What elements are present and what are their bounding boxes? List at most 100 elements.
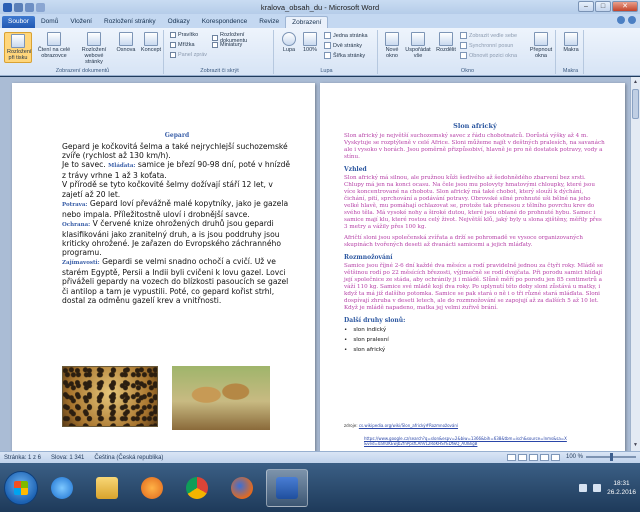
arrange-all-button[interactable]: Uspořádat vše [404,32,432,59]
taskbar-media[interactable] [131,469,173,507]
vertical-scrollbar[interactable]: ▲ ▼ [630,77,640,451]
thumbnails-checkbox[interactable]: Miniatury [212,42,242,48]
group-label-show: Zobrazit či skrýt [200,68,239,74]
navigation-pane-checkbox[interactable]: Panel zpráv [170,52,207,58]
reset-window-icon [460,52,467,59]
split-button[interactable]: Rozdělit [434,32,458,53]
gridlines-checkbox[interactable]: Mřížka [170,42,195,48]
source-link[interactable]: &ved=0ahUKEwjb2fnPpsfLAhVL2RoKHSYEDfwQ_A… [364,441,606,446]
language[interactable]: Čeština (Česká republika) [94,455,163,461]
taskbar-ie[interactable] [41,469,83,507]
two-pages-button[interactable]: Dvě stránky [324,42,362,49]
taskbar-chrome[interactable] [176,469,218,507]
reset-window-button[interactable]: Obnovit pozici okna [460,52,517,59]
ruler-checkbox[interactable]: Pravítko [170,32,198,38]
clock[interactable]: 18:31 26.2.2016 [607,479,636,497]
list-item: slon africký [344,347,606,354]
source-link[interactable]: cs.wikipedia.org/wiki/Slon_africký#Rozmn… [359,423,458,428]
print-layout-icon [11,34,25,48]
sync-scroll-button[interactable]: Synchronní posun [460,42,513,49]
page-1[interactable]: Gepard Gepard je kočkovitá šelma a také … [12,83,315,451]
status-bar: Stránka: 1 z 6 Slova: 1 341 Čeština (Čes… [0,451,640,463]
full-screen-label: Čtení na celé obrazovce [37,47,71,59]
page-count[interactable]: Stránka: 1 z 6 [4,455,41,461]
outline-icon [119,32,133,46]
view-fullscreen-icon[interactable] [518,454,527,461]
label-interesting: Zajímavosti: [62,260,100,267]
print-layout-button[interactable]: Rozložení při tisku [4,32,32,63]
zoom-level[interactable]: 100 % [566,454,583,460]
internet-explorer-icon [51,476,73,499]
network-icon[interactable] [579,483,588,492]
cheetah-cubs-photo[interactable] [172,366,270,430]
elephant-intro: Slon africký je největší suchozemský sav… [344,133,605,160]
tab-file[interactable]: Soubor [2,16,35,28]
switch-windows-button[interactable]: Přepnout okna [528,32,554,59]
word-count[interactable]: Slova: 1 341 [51,455,84,461]
view-web-icon[interactable] [529,454,538,461]
page-2[interactable]: Slon africký Slon africký je největší su… [320,83,625,451]
label-young: Mláďata: [108,163,136,170]
web-layout-icon [87,32,101,46]
scroll-thumb[interactable] [632,89,639,119]
tab-page-layout[interactable]: Rozložení stránky [98,16,162,28]
leopard-photo[interactable] [62,366,158,427]
elephant-social: Afričtí sloni jsou společenská zvířata a… [344,235,584,248]
side-by-side-button[interactable]: Zobrazit vedle sebe [460,32,517,39]
section-appearance: Vzhled [344,166,367,173]
tab-home[interactable]: Domů [35,16,64,28]
maximize-button[interactable]: □ [595,1,611,12]
tab-mailings[interactable]: Korespondence [196,16,254,28]
sync-scroll-icon [460,42,467,49]
web-layout-button[interactable]: Rozložení webové stránky [76,32,112,65]
cheetah-food: Gepard loví převážně malé kopytníky, jak… [62,198,289,219]
tab-view[interactable]: Zobrazení [285,16,329,28]
page-width-button[interactable]: Šířka stránky [324,52,365,59]
zoom-slider[interactable] [586,453,636,461]
group-macros: Makra Makra [558,30,584,74]
arrange-all-label: Uspořádat vše [405,47,431,59]
draft-button[interactable]: Koncept [139,32,163,53]
folder-icon [96,476,118,499]
help-icon[interactable] [628,16,636,24]
view-outline-icon[interactable] [540,454,549,461]
split-label: Rozdělit [436,47,456,53]
one-page-icon [324,32,331,39]
page-2-title: Slon africký [453,122,497,130]
one-page-button[interactable]: Jedna stránka [324,32,368,39]
start-button[interactable] [4,470,38,505]
scroll-down-icon[interactable]: ▼ [632,442,639,449]
taskbar: 18:31 26.2.2016 [0,463,640,512]
zoom-button[interactable]: Lupa [280,32,298,53]
taskbar-word[interactable] [266,468,308,507]
document-workspace: Gepard Gepard je kočkovitá šelma a také … [0,77,630,451]
window-title: kralova_obsah_du - Microsoft Word [260,3,380,12]
new-window-button[interactable]: Nové okno [382,32,402,59]
ribbon: Rozložení při tisku Čtení na celé obrazo… [0,28,640,76]
scroll-up-icon[interactable]: ▲ [632,79,639,86]
view-print-icon[interactable] [507,454,516,461]
list-item: slon pralesní [344,337,606,344]
view-draft-icon[interactable] [551,454,560,461]
tab-insert[interactable]: Vložení [64,16,98,28]
close-button[interactable]: ✕ [612,1,638,12]
split-icon [439,32,453,46]
media-player-icon [141,476,163,499]
collapse-ribbon-icon[interactable] [617,16,625,24]
tab-references[interactable]: Odkazy [162,16,196,28]
macros-button[interactable]: Makra [561,32,581,53]
page-1-text[interactable]: Gepard Gepard je kočkovitá šelma a také … [62,131,292,305]
taskbar-firefox[interactable] [221,469,263,507]
zoom-100-button[interactable]: 100% [300,32,320,53]
minimize-button[interactable]: – [578,1,594,12]
sources-label: zdroje: [344,423,358,428]
volume-icon[interactable] [593,483,602,492]
web-layout-label: Rozložení webové stránky [81,47,107,65]
taskbar-explorer[interactable] [86,469,128,507]
page-2-text[interactable]: Slon africký Slon africký je největší su… [344,123,606,357]
new-window-icon [385,32,399,46]
outline-button[interactable]: Osnova [115,32,137,53]
tab-review[interactable]: Revize [253,16,285,28]
zoom-label: Lupa [282,47,296,53]
full-screen-reading-button[interactable]: Čtení na celé obrazovce [36,32,72,59]
